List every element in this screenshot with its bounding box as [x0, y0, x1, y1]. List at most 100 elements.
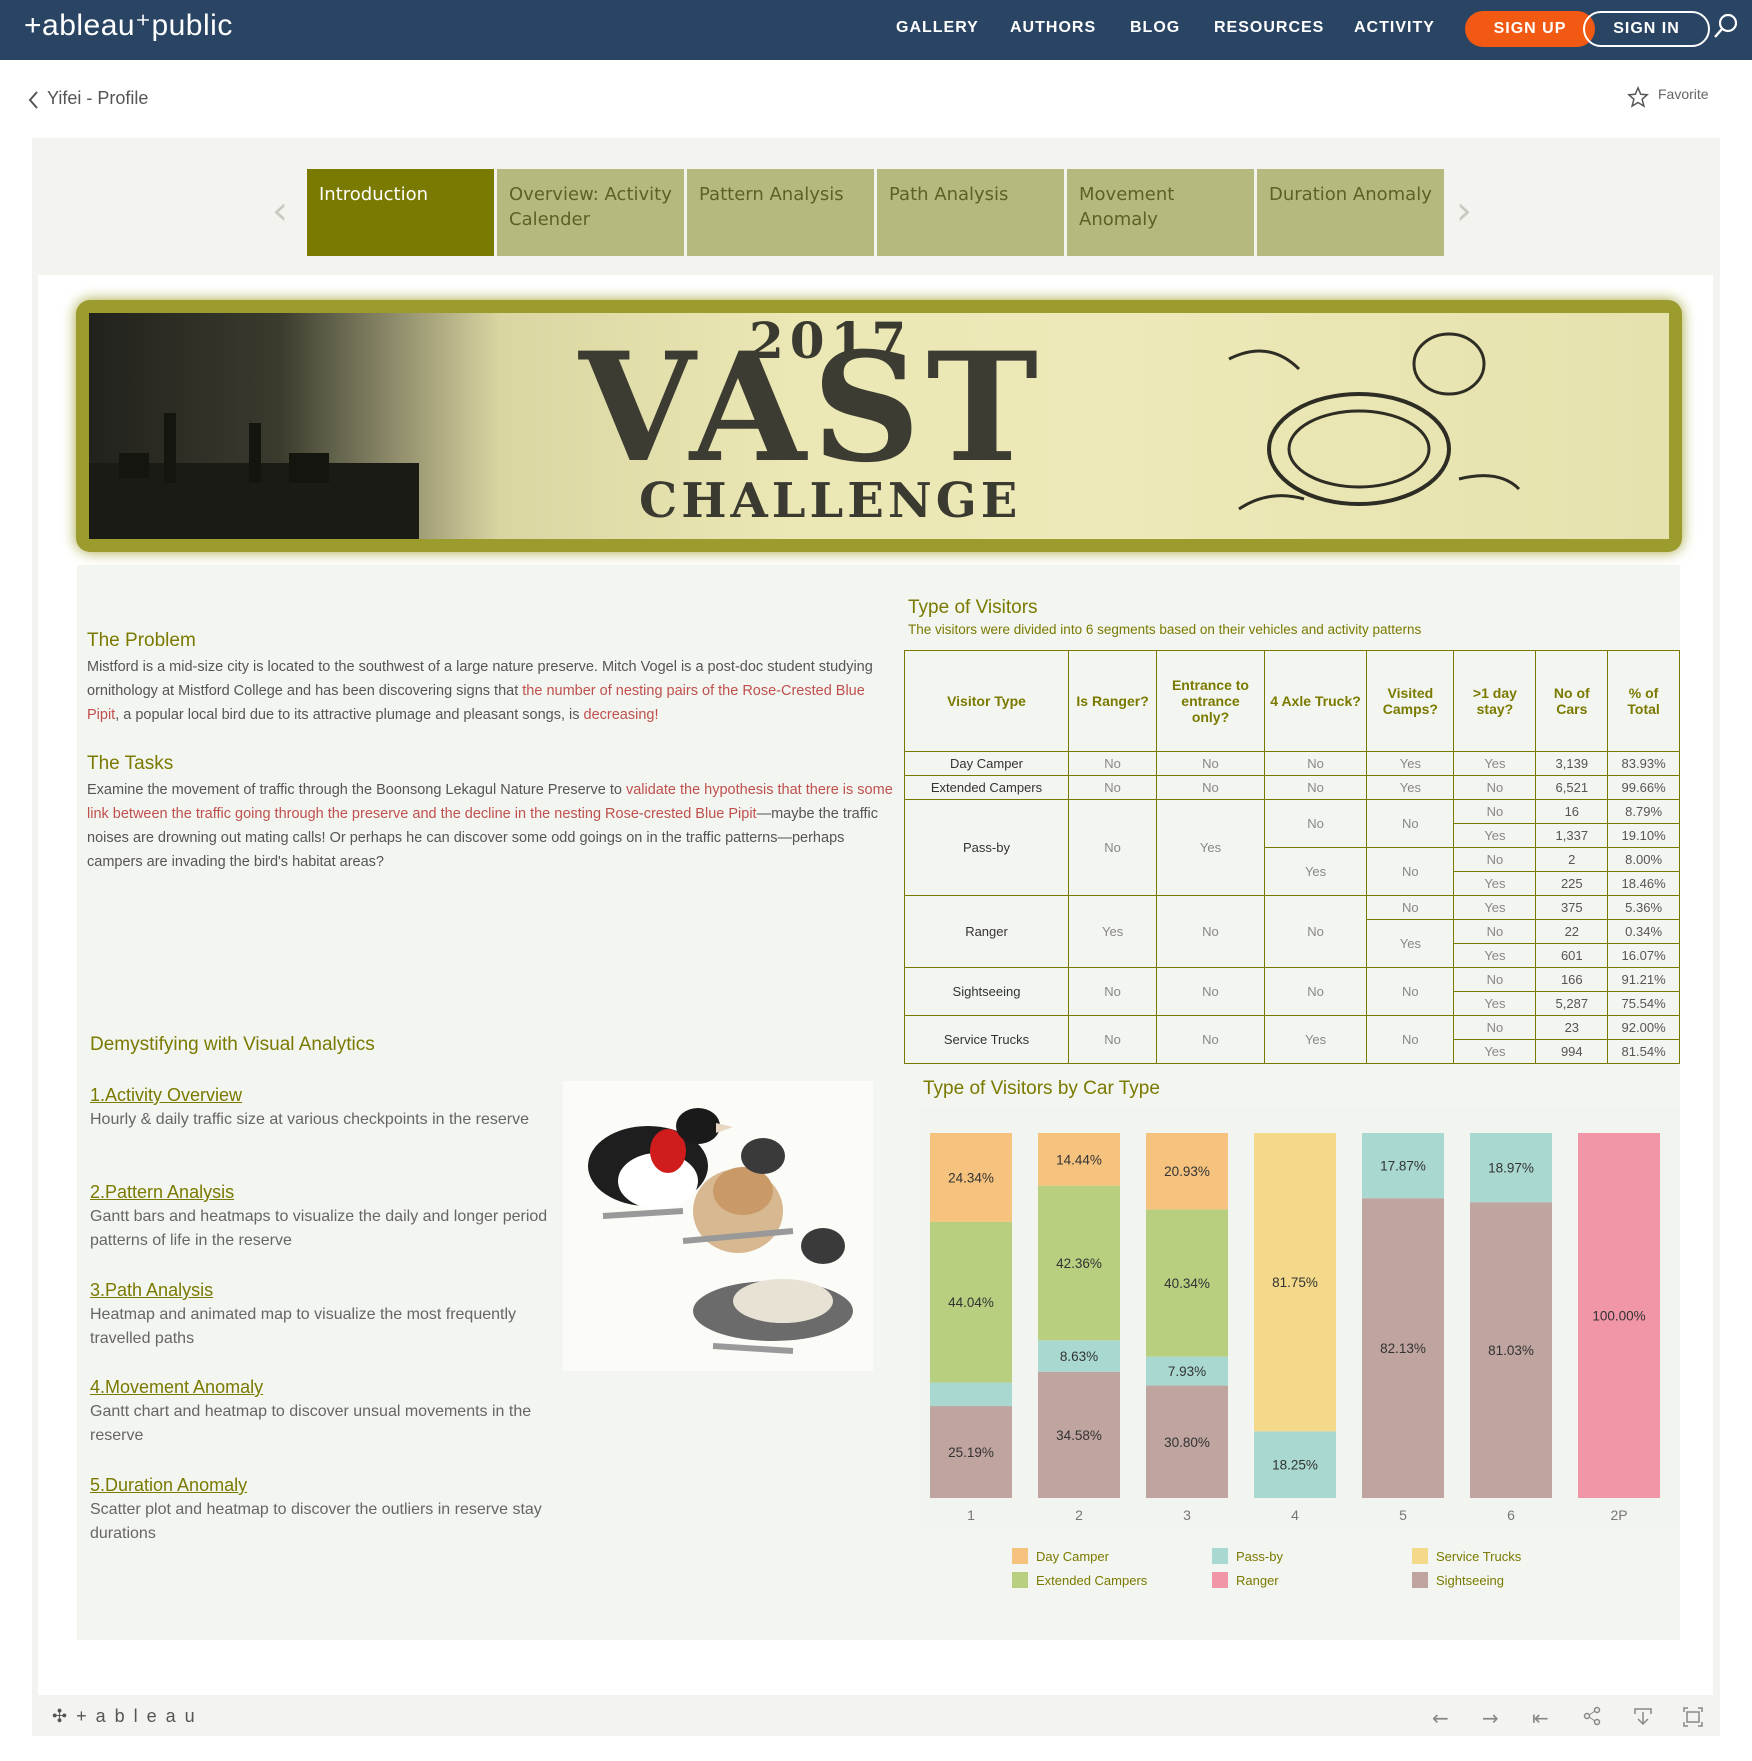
viz-toolbar	[32, 1696, 1720, 1736]
legend-label: Extended Campers	[1036, 1573, 1148, 1588]
tabs-next-arrow[interactable]: ›	[1456, 188, 1472, 234]
favorite-label[interactable]: Favorite	[1658, 86, 1709, 102]
tasks-text: Examine the movement of traffic through …	[87, 778, 897, 874]
tab-path-analysis[interactable]: Path Analysis	[877, 169, 1064, 256]
bar-data-label: 82.13%	[1380, 1341, 1426, 1356]
bar-data-label: 7.93%	[1168, 1364, 1206, 1379]
nav-gallery[interactable]: GALLERY	[896, 19, 979, 37]
legend-item[interactable]: Ranger	[1212, 1572, 1279, 1588]
cell-cars: 1,337	[1535, 823, 1609, 848]
link-path-analysis[interactable]: 3.Path Analysis	[90, 1280, 213, 1301]
bar-data-label: 25.19%	[948, 1445, 994, 1460]
tasks-text-part1: Examine the movement of traffic through …	[87, 782, 626, 798]
cell-e2e: No	[1156, 967, 1265, 1016]
problem-highlight-2: decreasing!	[583, 707, 659, 723]
cell-camps: No	[1366, 847, 1455, 896]
x-tick-label: 5	[1399, 1507, 1407, 1523]
cell-visitor-type: Ranger	[903, 895, 1070, 968]
link-activity-overview[interactable]: 1.Activity Overview	[90, 1085, 242, 1106]
x-tick-label: 6	[1507, 1507, 1515, 1523]
cell-pct: 92.00%	[1607, 1015, 1680, 1040]
cell-pct: 91.21%	[1607, 967, 1680, 992]
table-row: Service Trucks No No Yes No No 23 92.00%	[903, 1015, 1680, 1064]
cell-cars: 5,287	[1535, 991, 1609, 1016]
cell-pct: 8.79%	[1607, 799, 1680, 824]
problem-text-part2: , a popular local bird due to its attrac…	[115, 707, 570, 723]
cell-ranger: Yes	[1068, 895, 1158, 968]
tab-overview-activity-calender[interactable]: Overview: Activity Calender	[497, 169, 684, 256]
cell-cars: 601	[1535, 943, 1609, 968]
tabs-prev-arrow[interactable]: ‹	[272, 188, 288, 234]
tableau-mark-icon: ✣	[52, 1706, 70, 1726]
tab-movement-anomaly[interactable]: Movement Anomaly	[1067, 169, 1254, 256]
table-row: Pass-by No Yes No No No 16 8.79%	[903, 799, 1680, 896]
cell-visitor-type: Day Camper	[903, 751, 1070, 776]
tab-introduction[interactable]: Introduction	[307, 169, 494, 256]
cell-stay: Yes	[1453, 871, 1537, 896]
cell-stay: No	[1453, 799, 1537, 824]
sign-up-button[interactable]: SIGN UP	[1465, 11, 1595, 47]
cell-camps: Yes	[1366, 751, 1455, 776]
cell-pct: 5.36%	[1607, 895, 1680, 920]
bar-data-label: 100.00%	[1592, 1309, 1645, 1324]
cell-cars: 166	[1535, 967, 1609, 992]
back-to-profile-link[interactable]: Yifei - Profile	[47, 88, 148, 109]
cell-camps: No	[1366, 1015, 1455, 1064]
search-icon[interactable]	[1712, 12, 1740, 44]
legend-item[interactable]: Day Camper	[1012, 1548, 1109, 1564]
legend-item[interactable]: Pass-by	[1212, 1548, 1283, 1564]
legend-item[interactable]: Service Trucks	[1412, 1548, 1521, 1564]
bar-data-label: 34.58%	[1056, 1428, 1102, 1443]
cell-pct: 18.46%	[1607, 871, 1680, 896]
nav-activity[interactable]: ACTIVITY	[1354, 19, 1435, 37]
table-row: Ranger Yes No No No Yes 375 5.36%	[903, 895, 1680, 968]
share-icon[interactable]	[1582, 1706, 1602, 1731]
bar-segment[interactable]	[930, 1382, 1012, 1407]
tableau-public-logo[interactable]: +ableau⁺public	[24, 8, 233, 43]
cell-camps: Yes	[1366, 919, 1455, 968]
cell-stay: Yes	[1453, 991, 1537, 1016]
cell-stay: Yes	[1453, 751, 1537, 776]
cell-cars: 2	[1535, 847, 1609, 872]
cell-stay: No	[1453, 775, 1537, 800]
cell-cars: 6,521	[1535, 775, 1609, 800]
nav-authors[interactable]: AUTHORS	[1010, 19, 1096, 37]
link-pattern-analysis[interactable]: 2.Pattern Analysis	[90, 1182, 234, 1203]
cell-cars: 994	[1535, 1039, 1609, 1064]
bar-data-label: 8.63%	[1060, 1349, 1098, 1364]
chevron-left-icon[interactable]	[28, 90, 40, 114]
tableau-footer-brand: + a b l e a u	[76, 1706, 197, 1726]
undo-icon[interactable]: ←	[1432, 1706, 1449, 1730]
redo-icon[interactable]: →	[1482, 1706, 1499, 1730]
legend-item[interactable]: Sightseeing	[1412, 1572, 1504, 1588]
tab-pattern-analysis[interactable]: Pattern Analysis	[687, 169, 874, 256]
x-tick-label: 3	[1183, 1507, 1191, 1523]
banner-subtitle: CHALLENGE	[639, 473, 1022, 529]
visitor-table-title: Type of Visitors	[908, 597, 1038, 618]
nav-blog[interactable]: BLOG	[1130, 19, 1180, 37]
cell-stay: No	[1453, 847, 1537, 872]
nav-resources[interactable]: RESOURCES	[1214, 19, 1324, 37]
cell-stay: Yes	[1453, 823, 1537, 848]
table-header-row: Visitor Type Is Ranger? Entrance to entr…	[903, 650, 1680, 752]
cell-axle: No	[1263, 775, 1368, 800]
download-icon[interactable]	[1632, 1706, 1654, 1733]
cell-e2e: No	[1156, 895, 1265, 968]
fullscreen-icon[interactable]	[1682, 1706, 1704, 1733]
legend-label: Pass-by	[1236, 1549, 1283, 1564]
tableau-footer-logo[interactable]: ✣ + a b l e a u	[52, 1706, 197, 1727]
legend-item[interactable]: Extended Campers	[1012, 1572, 1147, 1588]
revert-icon[interactable]: ⇤	[1532, 1706, 1549, 1730]
star-icon[interactable]	[1627, 85, 1649, 112]
link-duration-anomaly[interactable]: 5.Duration Anomaly	[90, 1475, 247, 1496]
banner-image: 2017 VAST CHALLENGE	[89, 313, 1669, 539]
tab-duration-anomaly[interactable]: Duration Anomaly	[1257, 169, 1444, 256]
legend-label: Day Camper	[1036, 1549, 1109, 1564]
sign-in-button[interactable]: SIGN IN	[1583, 11, 1710, 47]
legend-swatch	[1012, 1548, 1028, 1564]
cell-cars: 3,139	[1535, 751, 1609, 776]
header-visitor-type: Visitor Type	[903, 650, 1070, 752]
link-movement-anomaly[interactable]: 4.Movement Anomaly	[90, 1377, 263, 1398]
cell-stay: No	[1453, 919, 1537, 944]
cell-pct: 0.34%	[1607, 919, 1680, 944]
